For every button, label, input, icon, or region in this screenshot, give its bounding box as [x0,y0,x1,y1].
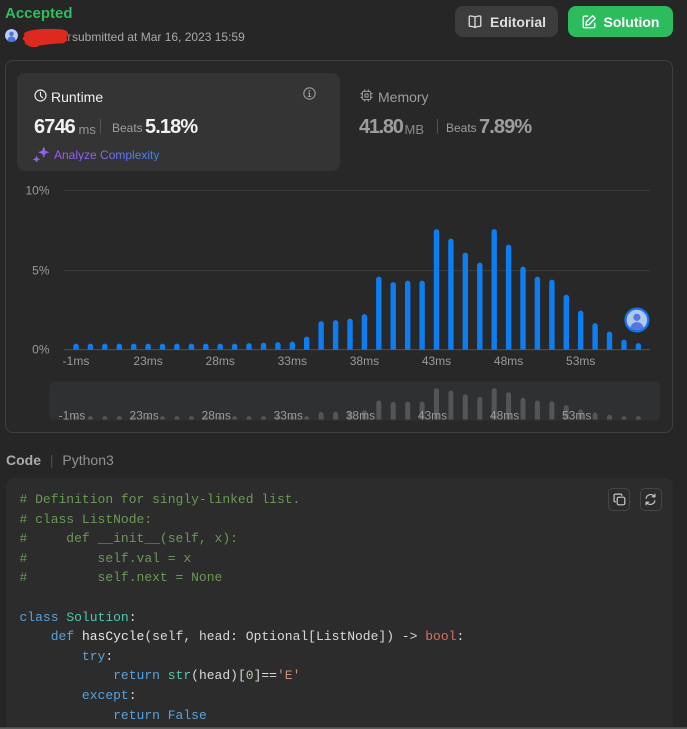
svg-text:48ms: 48ms [494,354,523,368]
svg-text:38ms: 38ms [346,409,375,423]
svg-text:38ms: 38ms [350,354,379,368]
svg-text:43ms: 43ms [422,354,451,368]
svg-text:33ms: 33ms [278,354,307,368]
svg-text:48ms: 48ms [490,409,519,423]
svg-text:33ms: 33ms [274,409,303,423]
svg-text:23ms: 23ms [129,409,158,423]
svg-text:23ms: 23ms [133,354,162,368]
svg-text:43ms: 43ms [418,409,447,423]
svg-text:28ms: 28ms [206,354,235,368]
svg-text:5%: 5% [32,264,50,278]
svg-text:10%: 10% [25,184,49,198]
svg-text:-1ms: -1ms [63,354,90,368]
svg-text:53ms: 53ms [566,354,595,368]
svg-text:0%: 0% [32,343,50,357]
svg-text:-1ms: -1ms [59,409,86,423]
svg-text:28ms: 28ms [202,409,231,423]
svg-text:53ms: 53ms [562,409,591,423]
